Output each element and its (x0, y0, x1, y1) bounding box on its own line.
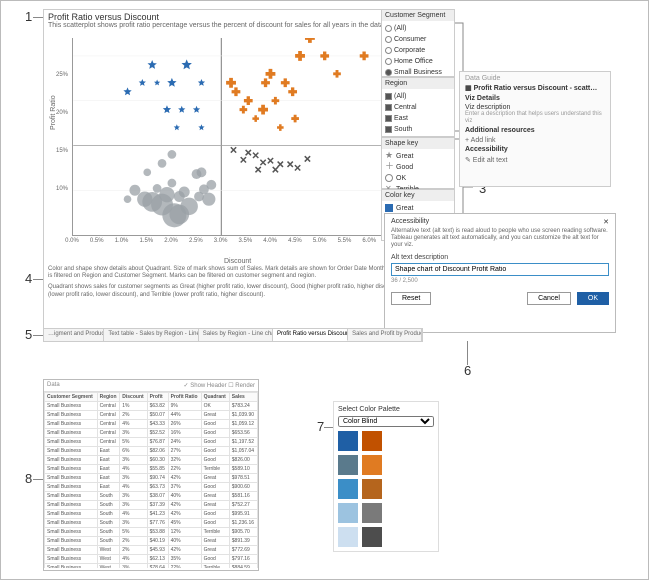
table-row[interactable]: Small BusinessCentral1%$63.829%OK$783.24 (45, 402, 258, 411)
table-row[interactable]: Small BusinessEast3%$90.7442%Great$978.5… (45, 474, 258, 483)
table-row[interactable]: Small BusinessSouth3%$77.7645%Good$1,236… (45, 519, 258, 528)
data-guide-panel: Data Guide ▦ Profit Ratio versus Discoun… (459, 71, 611, 187)
y-axis-ticks: 10% 15% 20% 25% (48, 38, 70, 236)
shape-key-panel: Shape key GreatGoodOKTerrible (381, 137, 455, 189)
cross-icon (385, 163, 393, 171)
table-row[interactable]: Small BusinessWest2%$45.9342%Great$772.6… (45, 546, 258, 555)
callout-lead-6 (467, 341, 468, 365)
table-row[interactable]: Small BusinessWest4%$62.1335%Good$797.16 (45, 555, 258, 564)
table-head-left: Data (47, 382, 60, 389)
data-guide-viz-desc-label: Viz description (465, 104, 605, 111)
segment-radio-3[interactable]: Home Office (385, 56, 451, 67)
sheet-tab-2[interactable]: Sales by Region - Line chart (…) (199, 329, 273, 341)
palette-swatch-4[interactable] (338, 479, 358, 499)
region-panel: Region (All)CentralEastSouthWest (381, 77, 455, 137)
table-row[interactable]: Small BusinessSouth3%$37.3942%Great$752.… (45, 501, 258, 510)
x-axis-label: Discount (224, 258, 251, 265)
palette-swatch-8[interactable] (338, 527, 358, 547)
star-icon (385, 152, 393, 160)
callout-lead-4 (33, 279, 43, 280)
table-row[interactable]: Small BusinessWest3%$78.6422%Terrible$88… (45, 564, 258, 569)
table-row[interactable]: Small BusinessSouth5%$53.8812%Terrible$9… (45, 528, 258, 537)
sheet-tab-4[interactable]: Sales and Profit by Product ca… (348, 329, 422, 341)
data-guide-viz-desc-placeholder[interactable]: Enter a description that helps users und… (465, 111, 605, 125)
table-row[interactable]: Small BusinessCentral4%$43.3326%Good$1,0… (45, 420, 258, 429)
close-icon[interactable]: ✕ (603, 218, 609, 226)
region-check-0[interactable]: (All) (385, 91, 451, 102)
viz-subtitle: This scatterplot shows profit ratio perc… (44, 22, 422, 31)
color-palette-select[interactable]: Color Blind (338, 416, 434, 427)
sheet-tab-3[interactable]: Profit Ratio versus Discount - s… (273, 329, 348, 341)
add-link-button[interactable]: + Add link (465, 137, 605, 144)
region-check-2[interactable]: East (385, 113, 451, 124)
x-axis-ticks: 0.0%0.5%1.0%1.5%2.0%2.5%3.0%3.5%4.0%4.5%… (72, 238, 394, 250)
viz-title: Profit Ratio versus Discount (44, 10, 422, 22)
customer-segment-header: Customer Segment (382, 10, 454, 21)
callout-lead-1 (33, 17, 43, 18)
segment-radio-2[interactable]: Corporate (385, 45, 451, 56)
table-row[interactable]: Small BusinessEast4%$63.7337%Good$900.60 (45, 483, 258, 492)
callout-6: 6 (462, 363, 473, 378)
data-guide-item-title: ▦ Profit Ratio versus Discount - scatt… (465, 84, 605, 92)
alt-text-label: Alt text description (391, 254, 609, 261)
palette-swatch-9[interactable] (362, 527, 382, 547)
palette-swatch-1[interactable] (362, 431, 382, 451)
sheet-tab-0[interactable]: …igment and Product v… (44, 329, 104, 341)
color-key-header: Color key (382, 190, 454, 201)
table-row[interactable]: Small BusinessEast3%$60.3032%Good$826.00 (45, 456, 258, 465)
segment-radio-1[interactable]: Consumer (385, 34, 451, 45)
table-row[interactable]: Small BusinessCentral2%$50.0744%Great$1,… (45, 411, 258, 420)
scatterplot-plot-area[interactable] (72, 38, 394, 236)
accessibility-title: Accessibility (391, 218, 429, 226)
data-guide-title: Data Guide (465, 75, 605, 82)
palette-swatch-3[interactable] (362, 455, 382, 475)
callout-lead-8 (33, 479, 43, 480)
table-head-right: ✓ Show Header ☐ Render (184, 382, 255, 389)
edit-alt-text-button[interactable]: ✎ Edit alt text (465, 156, 605, 164)
region-check-3[interactable]: South (385, 124, 451, 135)
scatterplot-viz-card: Profit Ratio versus Discount This scatte… (43, 9, 423, 329)
shape-key-item-0: Great (385, 151, 451, 162)
palette-swatch-5[interactable] (362, 479, 382, 499)
alt-text-input[interactable] (391, 263, 609, 276)
reset-button[interactable]: Reset (391, 292, 431, 305)
palette-swatch-2[interactable] (338, 455, 358, 475)
shape-key-header: Shape key (382, 138, 454, 149)
shape-key-item-1: Good (385, 162, 451, 173)
segment-radio-0[interactable]: (All) (385, 23, 451, 34)
table-row[interactable]: Small BusinessEast6%$82.0627%Good$1,057.… (45, 447, 258, 456)
palette-swatch-6[interactable] (338, 503, 358, 523)
sheet-tab-1[interactable]: Text table - Sales by Region - Line char… (104, 329, 198, 341)
circle-icon (385, 174, 393, 182)
table-row[interactable]: Small BusinessCentral5%$76.8724%Good$1,1… (45, 438, 258, 447)
ok-button[interactable]: OK (577, 292, 609, 305)
data-text-table[interactable]: Data ✓ Show Header ☐ Render Customer Seg… (43, 379, 259, 571)
region-check-1[interactable]: Central (385, 102, 451, 113)
region-header: Region (382, 78, 454, 89)
callout-lead-5 (33, 335, 43, 336)
table-row[interactable]: Small BusinessSouth3%$38.0740%Great$581.… (45, 492, 258, 501)
palette-swatch-0[interactable] (338, 431, 358, 451)
data-guide-accessibility: Accessibility (465, 146, 605, 153)
accessibility-dialog: Accessibility ✕ Alternative text (alt te… (384, 213, 616, 333)
sheet-tab-strip: …igment and Product v…Text table - Sales… (43, 328, 423, 342)
table-row[interactable]: Small BusinessSouth2%$40.1940%Great$891.… (45, 537, 258, 546)
cancel-button[interactable]: Cancel (527, 292, 571, 305)
palette-swatch-7[interactable] (362, 503, 382, 523)
table-row[interactable]: Small BusinessEast4%$55.8522%Terrible$58… (45, 465, 258, 474)
data-guide-viz-details: Viz Details (465, 95, 605, 102)
color-palette-header: Select Color Palette (338, 406, 434, 413)
alt-text-counter: 36 / 2,500 (391, 278, 609, 284)
data-guide-additional-resources: Additional resources (465, 127, 605, 134)
viz-caption: Color and shape show details about Quadr… (48, 266, 418, 299)
accessibility-info: Alternative text (alt text) is read alou… (391, 228, 609, 250)
customer-segment-panel: Customer Segment (All)ConsumerCorporateH… (381, 9, 455, 77)
table-row[interactable]: Small BusinessCentral3%$52.5216%Good$653… (45, 429, 258, 438)
color-palette-panel: Select Color Palette Color Blind (333, 401, 439, 552)
shape-key-item-2: OK (385, 173, 451, 184)
table-row[interactable]: Small BusinessSouth4%$41.2342%Good$995.9… (45, 510, 258, 519)
